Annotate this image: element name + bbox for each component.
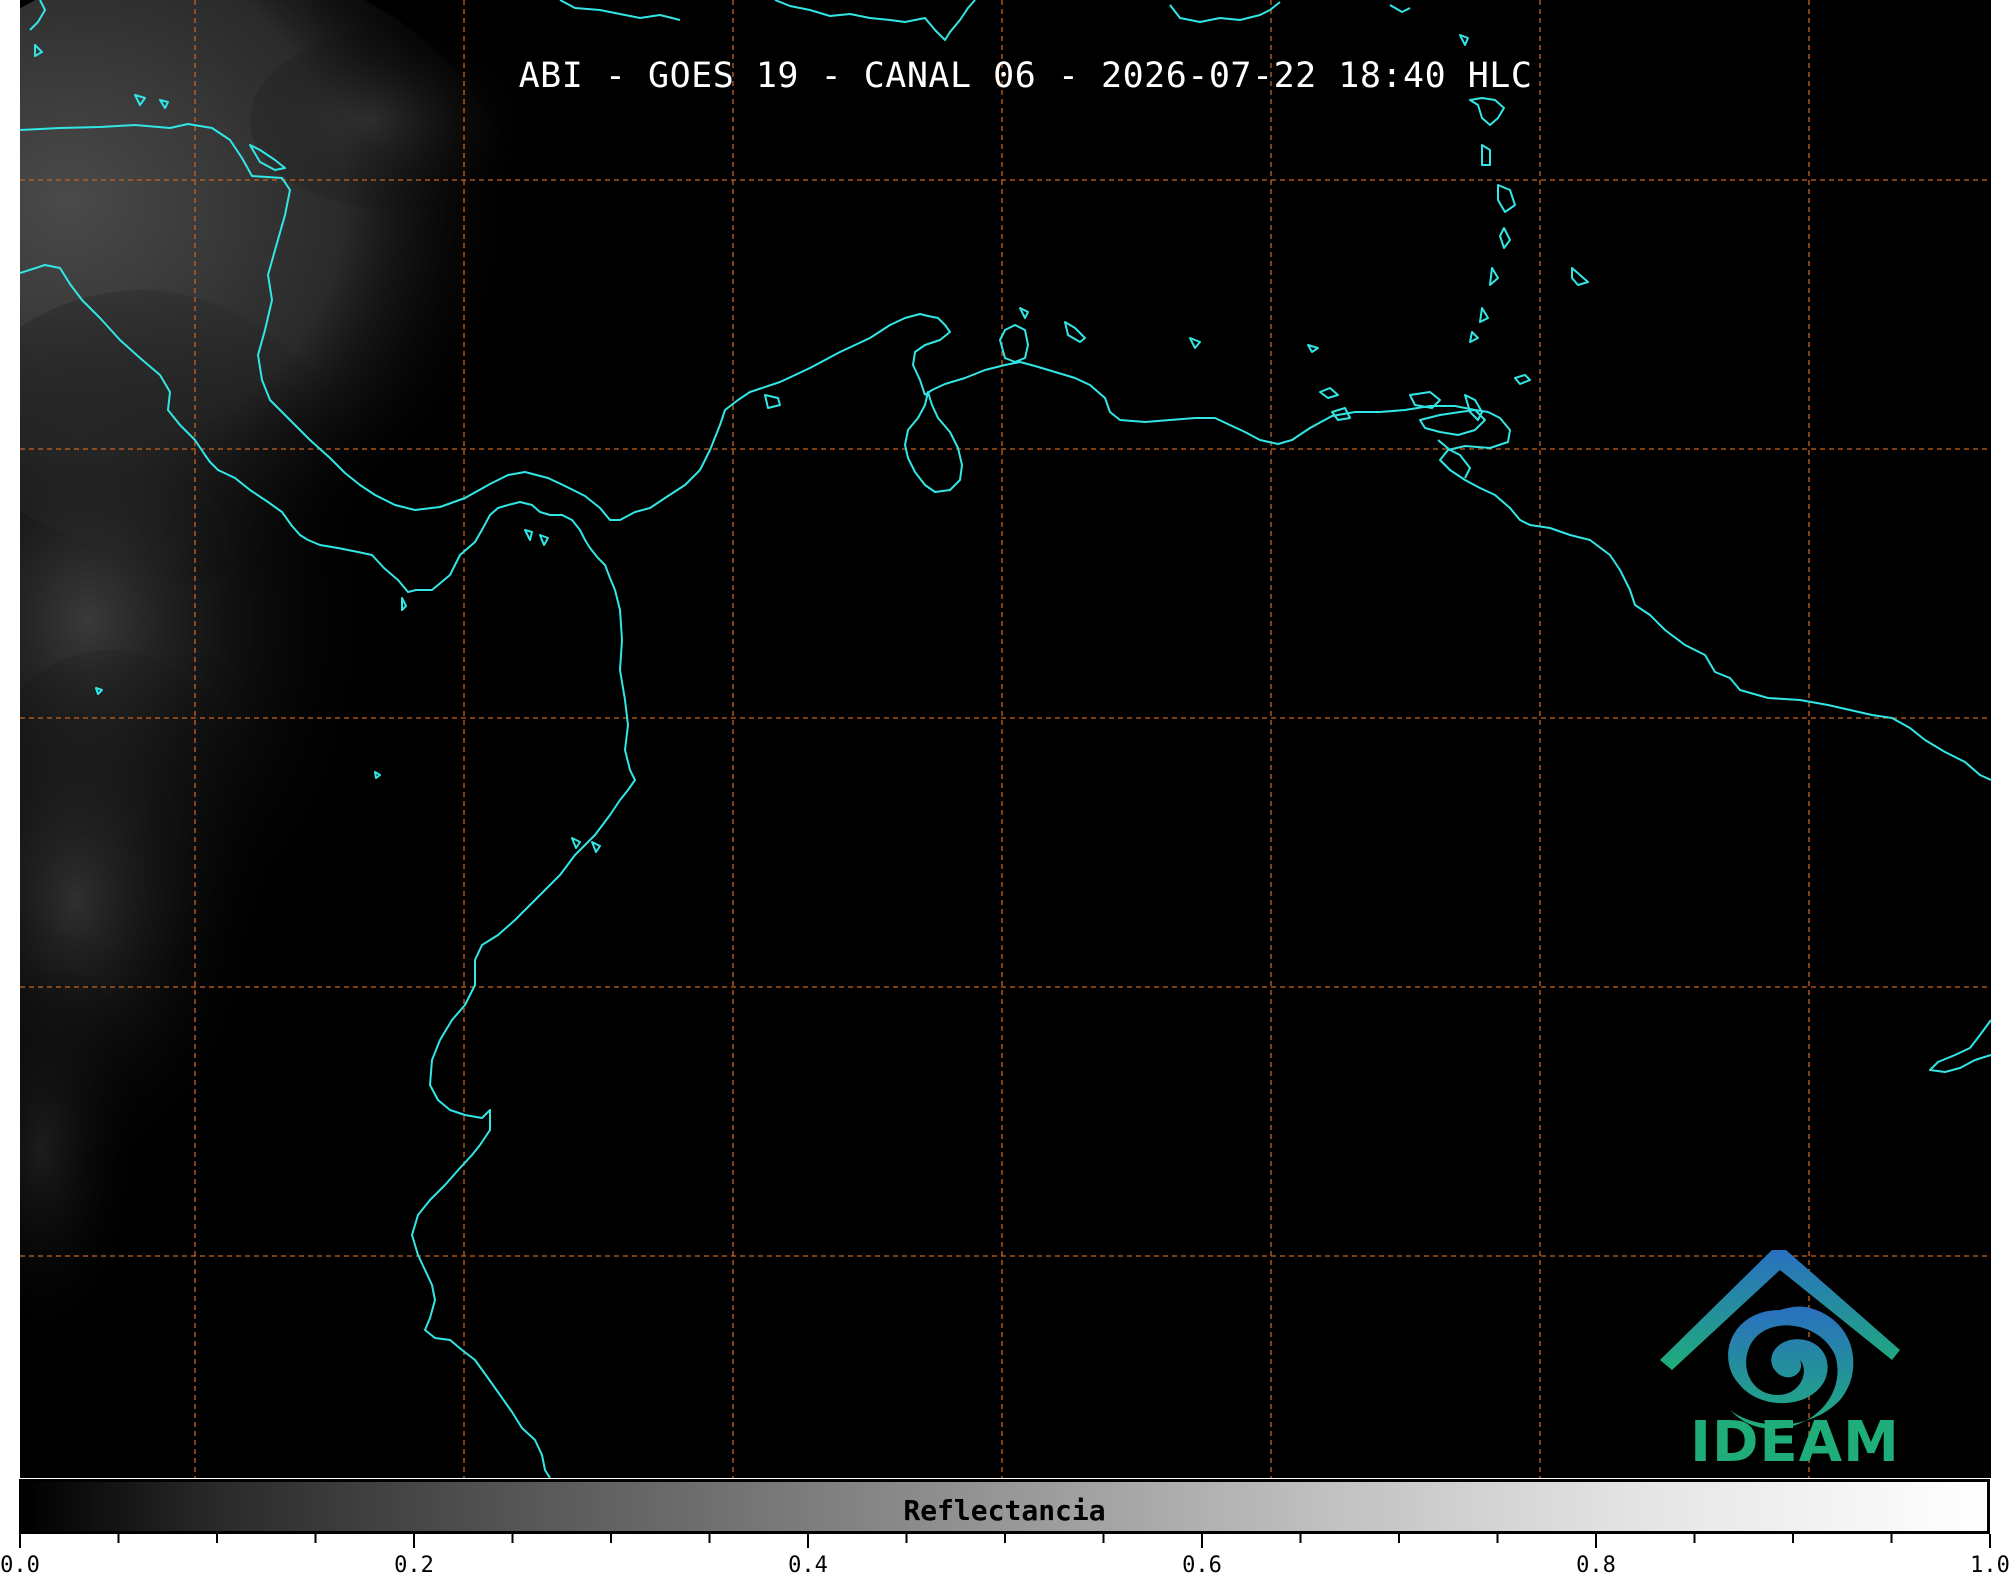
ideam-logo: IDEAM [1680,1250,1910,1475]
colorbar-tick-label: 0.0 [0,1553,40,1578]
colorbar-tick-label: 0.4 [788,1553,828,1578]
satellite-image-panel: ABI - GOES 19 - CANAL 06 - 2026-07-22 18… [20,0,1991,1478]
colorbar-ticks [19,1534,1991,1548]
colorbar-tick-label: 0.6 [1182,1553,1222,1578]
colorbar-label: Reflectancia [903,1494,1106,1527]
colorbar-tick-label: 0.8 [1576,1553,1616,1578]
image-title: ABI - GOES 19 - CANAL 06 - 2026-07-22 18… [518,56,1533,96]
colorbar-tick-label: 1.0 [1970,1553,2010,1578]
cloud-texture [20,0,550,1330]
colorbar: Reflectancia [19,1479,1990,1534]
colorbar-tick-label: 0.2 [394,1553,434,1578]
logo-text: IDEAM [1690,1410,1900,1475]
